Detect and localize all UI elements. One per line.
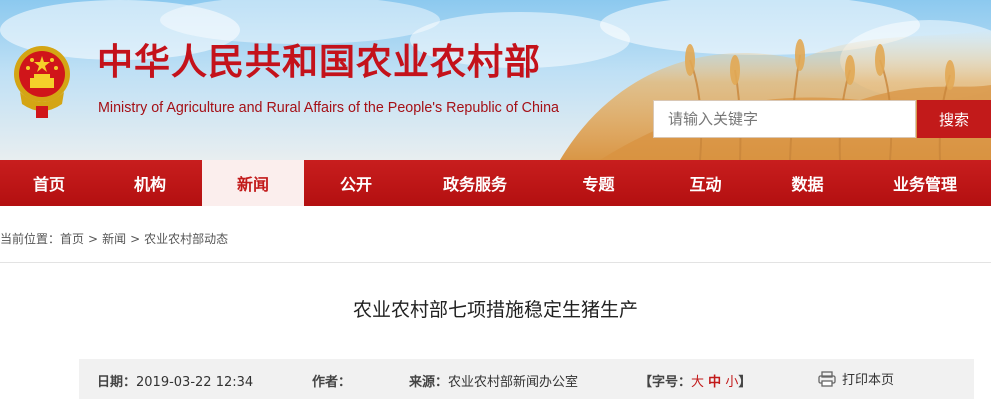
nav-item-news[interactable]: 新闻 <box>202 160 304 206</box>
search-input[interactable] <box>653 100 916 138</box>
date-field: 日期：2019-03-22 12:34 <box>97 371 253 390</box>
breadcrumb-separator: > <box>88 232 99 246</box>
breadcrumb: 当前位置：首页 > 新闻 > 农业农村部动态 <box>0 230 228 247</box>
font-size-small[interactable]: 小 <box>725 375 738 390</box>
site-subtitle: Ministry of Agriculture and Rural Affair… <box>98 100 559 116</box>
source-field: 来源：农业农村部新闻办公室 <box>409 371 578 390</box>
font-size-large[interactable]: 大 <box>691 375 704 390</box>
nav-item-organization[interactable]: 机构 <box>98 160 202 206</box>
printer-icon <box>818 370 836 387</box>
print-page-link[interactable]: 打印本页 <box>818 369 894 388</box>
nav-item-topics[interactable]: 专题 <box>542 160 655 206</box>
nav-item-home[interactable]: 首页 <box>0 160 98 206</box>
national-emblem-icon <box>14 46 70 118</box>
breadcrumb-separator: > <box>130 232 141 246</box>
font-size-bracket: 】 <box>738 375 752 390</box>
font-size-control: 【字号：大 中 小】 <box>639 371 751 390</box>
date-value: 2019-03-22 12:34 <box>136 375 254 390</box>
divider <box>0 262 991 263</box>
breadcrumb-news[interactable]: 新闻 <box>102 232 126 246</box>
author-label: 作者： <box>312 375 352 390</box>
article-title: 农业农村部七项措施稳定生猪生产 <box>352 299 638 321</box>
breadcrumb-ministry-news[interactable]: 农业农村部动态 <box>144 232 228 246</box>
print-label: 打印本页 <box>842 373 895 388</box>
date-label: 日期： <box>97 375 137 390</box>
font-size-label: 【字号： <box>639 375 692 390</box>
article-meta-bar: 日期：2019-03-22 12:34 作者： 来源：农业农村部新闻办公室 【字… <box>79 359 974 399</box>
nav-item-services[interactable]: 政务服务 <box>408 160 542 206</box>
breadcrumb-home[interactable]: 首页 <box>60 232 84 246</box>
nav-item-interaction[interactable]: 互动 <box>655 160 756 206</box>
source-value: 农业农村部新闻办公室 <box>448 375 579 390</box>
nav-item-data[interactable]: 数据 <box>756 160 859 206</box>
nav-item-business[interactable]: 业务管理 <box>859 160 991 206</box>
font-size-medium[interactable]: 中 <box>708 375 721 390</box>
breadcrumb-prefix: 当前位置： <box>0 232 61 246</box>
nav-item-public[interactable]: 公开 <box>304 160 408 206</box>
main-nav: 首页 机构 新闻 公开 政务服务 专题 互动 数据 业务管理 <box>0 160 991 206</box>
source-label: 来源： <box>409 375 449 390</box>
header-banner: 中华人民共和国农业农村部 Ministry of Agriculture and… <box>0 0 991 160</box>
search-button[interactable]: 搜索 <box>917 100 991 138</box>
author-field: 作者： <box>312 371 351 390</box>
site-title: 中华人民共和国农业农村部 <box>97 41 542 83</box>
